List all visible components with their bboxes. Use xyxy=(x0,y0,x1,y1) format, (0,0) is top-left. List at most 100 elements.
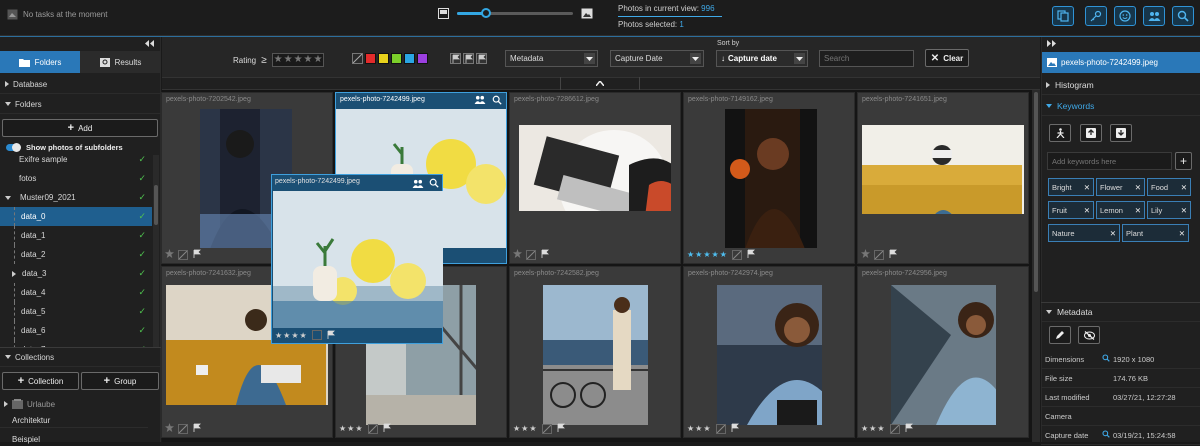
star-rating[interactable] xyxy=(513,249,522,260)
collapse-right-icon[interactable] xyxy=(1047,40,1056,49)
folder-tree-item[interactable]: data_6 ✓ xyxy=(0,321,152,340)
remove-keyword-icon[interactable]: ✕ xyxy=(1110,229,1116,238)
star-rating[interactable] xyxy=(165,423,174,434)
folder-tree-item[interactable]: data_7✓ xyxy=(0,340,152,347)
flag-icon[interactable] xyxy=(476,53,487,64)
folder-tree-item[interactable]: data_0 ✓ xyxy=(0,207,152,226)
color-green-box[interactable] xyxy=(391,53,402,64)
flag-icon[interactable] xyxy=(556,423,565,434)
metadata-section[interactable]: Metadata xyxy=(1041,302,1200,322)
color-purple-box[interactable] xyxy=(417,53,428,64)
remove-keyword-icon[interactable]: ✕ xyxy=(1135,206,1141,215)
star-icon[interactable]: ★ xyxy=(274,55,283,65)
star-rating[interactable]: ★★★ xyxy=(687,424,712,433)
collection-item[interactable]: Beispiel xyxy=(0,432,40,446)
remove-keyword-icon[interactable]: ✕ xyxy=(1181,183,1187,192)
flag-icon[interactable] xyxy=(463,53,474,64)
zoom-small-icon[interactable] xyxy=(438,8,449,19)
keyword-tag[interactable]: Food ✕ xyxy=(1147,178,1191,196)
color-label-icon[interactable] xyxy=(731,249,742,260)
photo-thumbnail[interactable] xyxy=(725,109,817,248)
edit-metadata-button[interactable] xyxy=(1049,326,1071,344)
color-label-icon[interactable] xyxy=(526,249,536,260)
face-button[interactable] xyxy=(1114,6,1136,26)
scrollbar-thumb[interactable] xyxy=(1034,92,1038,292)
remove-keyword-icon[interactable]: ✕ xyxy=(1084,206,1090,215)
photo-tile[interactable]: pexels-photo-7242582.jpeg ★★★ xyxy=(509,266,681,438)
folder-tree-item[interactable]: Muster09_2021 ✓ xyxy=(0,188,152,207)
color-red-box[interactable] xyxy=(365,53,376,64)
rating-operator[interactable]: ≥ xyxy=(261,55,267,66)
photo-thumbnail[interactable] xyxy=(519,125,671,211)
keyword-tag[interactable]: Nature ✕ xyxy=(1048,224,1120,242)
zoom-slider-handle[interactable] xyxy=(481,8,491,18)
star-icon[interactable]: ★ xyxy=(294,55,303,65)
flag-icon[interactable] xyxy=(326,330,336,340)
photo-thumbnail[interactable] xyxy=(862,125,1024,214)
folders-section[interactable]: Folders xyxy=(0,95,161,114)
people-icon[interactable] xyxy=(474,95,486,104)
folder-tree-scrollbar[interactable] xyxy=(153,155,159,347)
folder-tree-item[interactable]: data_5 ✓ xyxy=(0,302,152,321)
star-icon[interactable]: ★ xyxy=(304,55,313,65)
color-label-icon[interactable] xyxy=(178,249,188,260)
search-button[interactable] xyxy=(1172,6,1194,26)
collapse-filter-button[interactable] xyxy=(560,77,640,90)
rating-stars[interactable]: ★ ★ ★ ★ ★ xyxy=(271,53,325,67)
keyword-tag[interactable]: Plant ✕ xyxy=(1122,224,1189,242)
folder-tree-item[interactable]: Exifre sample ✓ xyxy=(0,152,152,169)
color-label-icon[interactable] xyxy=(874,249,884,260)
folder-tree-item[interactable]: fotos ✓ xyxy=(0,169,152,188)
remove-keyword-icon[interactable]: ✕ xyxy=(1135,183,1141,192)
remove-keyword-icon[interactable]: ✕ xyxy=(1084,183,1090,192)
color-label-icon[interactable] xyxy=(541,423,552,434)
flag-icon[interactable] xyxy=(746,249,755,260)
star-pin-icon[interactable] xyxy=(861,249,870,258)
folder-tree-item[interactable]: data_3 ✓ xyxy=(0,264,152,283)
color-label-icon[interactable] xyxy=(311,330,322,340)
folder-tree-item[interactable]: data_4 ✓ xyxy=(0,283,152,302)
collections-section[interactable]: Collections xyxy=(0,348,161,367)
add-group-button[interactable]: + Group xyxy=(81,372,159,390)
collapse-left-icon[interactable] xyxy=(145,40,154,49)
flag-icon[interactable] xyxy=(450,53,461,64)
histogram-section[interactable]: Histogram xyxy=(1041,75,1200,95)
color-label-icon[interactable] xyxy=(889,423,900,434)
photo-thumbnail[interactable] xyxy=(543,285,648,425)
star-pin-icon[interactable] xyxy=(165,249,174,258)
keyword-tag[interactable]: Lily ✕ xyxy=(1147,201,1191,219)
people-button[interactable] xyxy=(1143,6,1165,26)
star-pin-icon[interactable] xyxy=(513,249,522,258)
remove-keyword-icon[interactable]: ✕ xyxy=(1181,206,1187,215)
tab-results[interactable]: Results xyxy=(80,51,161,73)
folder-tree-item[interactable]: data_2 ✓ xyxy=(0,245,152,264)
flag-icon[interactable] xyxy=(540,249,549,260)
hide-metadata-button[interactable] xyxy=(1078,326,1100,344)
expand-icon[interactable] xyxy=(12,270,16,277)
metadata-select[interactable]: Metadata xyxy=(505,50,598,67)
photo-thumbnail[interactable] xyxy=(717,285,822,425)
keyword-tag[interactable]: Bright ✕ xyxy=(1048,178,1094,196)
flag-icon[interactable] xyxy=(382,423,391,434)
photo-tile[interactable]: pexels-photo-7241651.jpeg xyxy=(857,92,1029,264)
sort-select[interactable]: ↓ Capture date xyxy=(716,50,808,67)
zoom-slider[interactable] xyxy=(457,8,573,18)
add-keyword-button[interactable]: + xyxy=(1175,152,1192,170)
database-section[interactable]: Database xyxy=(0,75,161,94)
color-yellow-box[interactable] xyxy=(378,53,389,64)
collection-group[interactable]: Urlaube xyxy=(4,396,55,412)
star-pin-icon[interactable] xyxy=(165,423,174,432)
keyword-tag[interactable]: Fruit ✕ xyxy=(1048,201,1094,219)
flag-icon[interactable] xyxy=(192,249,201,260)
star-rating[interactable]: ★★★ xyxy=(861,424,886,433)
copy-button[interactable] xyxy=(1052,6,1074,26)
keyword-export-button[interactable] xyxy=(1110,124,1132,142)
tab-folders[interactable]: Folders xyxy=(0,51,80,73)
star-icon[interactable]: ★ xyxy=(314,55,323,65)
keyword-import-button[interactable] xyxy=(1080,124,1102,142)
scrollbar-thumb[interactable] xyxy=(154,185,158,225)
clear-button[interactable]: ✕ Clear xyxy=(925,49,969,67)
photo-tile[interactable]: pexels-photo-7149162.jpeg ★★★★★ xyxy=(683,92,855,264)
color-blue-box[interactable] xyxy=(404,53,415,64)
folder-tree-item[interactable]: data_1 ✓ xyxy=(0,226,152,245)
